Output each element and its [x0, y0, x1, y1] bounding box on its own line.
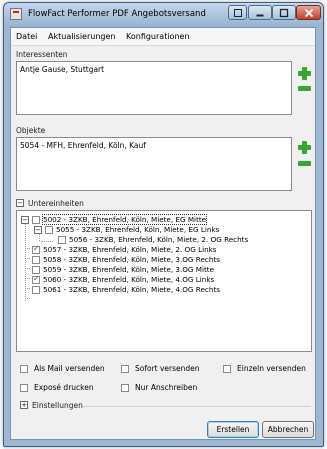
add-interessent-icon[interactable] [298, 67, 311, 80]
objekte-label: Objekte [16, 126, 46, 135]
nur-anschreiben-label: Nur Anschreiben [135, 383, 198, 392]
sofort-checkbox[interactable] [121, 365, 129, 373]
menu-konfigurationen[interactable]: Konfigurationen [126, 32, 190, 41]
interessenten-label: Interessenten [16, 50, 68, 59]
tree-row-label[interactable]: 5056 - 3ZKB, Ehrenfeld, Köln, Miete, 2. … [69, 235, 248, 244]
tree-row-label[interactable]: 5058 - 3ZKB, Ehrenfeld, Köln, Miete, 3.O… [43, 255, 220, 264]
tree-row-label[interactable]: 5061 - 3ZKB, Ehrenfeld, Köln, Miete, 4.O… [43, 285, 220, 294]
abbrechen-button[interactable]: Abbrechen [262, 421, 314, 438]
tree-expander[interactable]: − [21, 216, 29, 224]
tree-checkbox[interactable] [32, 266, 40, 274]
remove-interessent-icon[interactable] [298, 86, 311, 91]
maximize-button[interactable] [272, 5, 296, 20]
untereinheiten-expander[interactable]: − [16, 199, 24, 207]
window-client: Datei Aktualisierungen Konfigurationen I… [10, 27, 316, 440]
einzeln-label: Einzeln versenden [237, 364, 306, 373]
tree-row-label[interactable]: 5059 - 3ZKB, Ehrenfeld, Köln, Miete, 3.O… [43, 265, 214, 274]
tree-expander[interactable]: − [34, 226, 42, 234]
title-bar[interactable]: FlowFact Performer PDF Angebotsversand [4, 3, 323, 27]
nur-anschreiben-checkbox[interactable] [121, 384, 129, 392]
menu-aktualisierungen[interactable]: Aktualisierungen [48, 32, 115, 41]
tree-row-label[interactable]: 5060 - 3ZKB, Ehrenfeld, Köln, Miete, 4.O… [43, 275, 214, 284]
app-icon [10, 8, 22, 20]
einzeln-checkbox[interactable] [223, 365, 231, 373]
minimize-icon [256, 14, 264, 16]
sofort-label: Sofort versenden [135, 364, 200, 373]
close-icon [304, 8, 313, 17]
tree-checkbox[interactable] [32, 256, 40, 264]
menu-bar: Datei Aktualisierungen Konfigurationen [11, 28, 315, 46]
erstellen-button[interactable]: Erstellen [207, 421, 259, 438]
list-item[interactable]: 5054 - MFH, Ehrenfeld, Köln, Kauf [20, 141, 146, 150]
list-item[interactable]: Antje Gause, Stuttgart [20, 65, 104, 74]
tree-checkbox[interactable] [45, 226, 53, 234]
expose-label: Exposé drucken [34, 383, 94, 392]
help-icon [233, 8, 242, 17]
tree-row-label[interactable]: 5057 - 3ZKB, Ehrenfeld, Köln, Miete, 2. … [43, 245, 217, 254]
app-window: FlowFact Performer PDF Angebotsversand D… [3, 2, 324, 447]
tree-checkbox-checked[interactable] [32, 274, 40, 284]
als-mail-label: Als Mail versenden [34, 364, 105, 373]
einstellungen-label: Einstellungen [32, 401, 83, 410]
interessenten-list[interactable]: Antje Gause, Stuttgart [16, 61, 292, 115]
untereinheiten-tree[interactable]: − 5002 - 3ZKB, Ehrenfeld, Köln, Miete, E… [16, 210, 312, 352]
divider [83, 406, 311, 407]
untereinheiten-label: Untereinheiten [28, 199, 84, 208]
tree-checkbox-checked[interactable] [32, 244, 40, 254]
close-button[interactable] [296, 5, 321, 20]
window-title: FlowFact Performer PDF Angebotsversand [28, 9, 206, 19]
maximize-icon [279, 8, 289, 17]
als-mail-checkbox[interactable] [20, 365, 28, 373]
tree-checkbox[interactable] [58, 236, 66, 244]
tree-checkbox[interactable] [32, 286, 40, 294]
tree-row-label[interactable]: 5055 - 3ZKB, Ehrenfeld, Köln, Miete, EG … [56, 225, 219, 234]
remove-objekt-icon[interactable] [298, 161, 311, 166]
tree-row-label[interactable]: 5002 - 3ZKB, Ehrenfeld, Köln, Miete, EG … [41, 214, 208, 225]
objekte-list[interactable]: 5054 - MFH, Ehrenfeld, Köln, Kauf [16, 137, 292, 191]
help-button[interactable] [228, 5, 247, 20]
expose-checkbox[interactable] [20, 384, 28, 392]
minimize-button[interactable] [248, 5, 272, 20]
add-objekt-icon[interactable] [298, 141, 311, 154]
tree-checkbox[interactable] [32, 216, 40, 224]
einstellungen-expander[interactable]: + [20, 401, 28, 409]
menu-datei[interactable]: Datei [16, 32, 37, 41]
